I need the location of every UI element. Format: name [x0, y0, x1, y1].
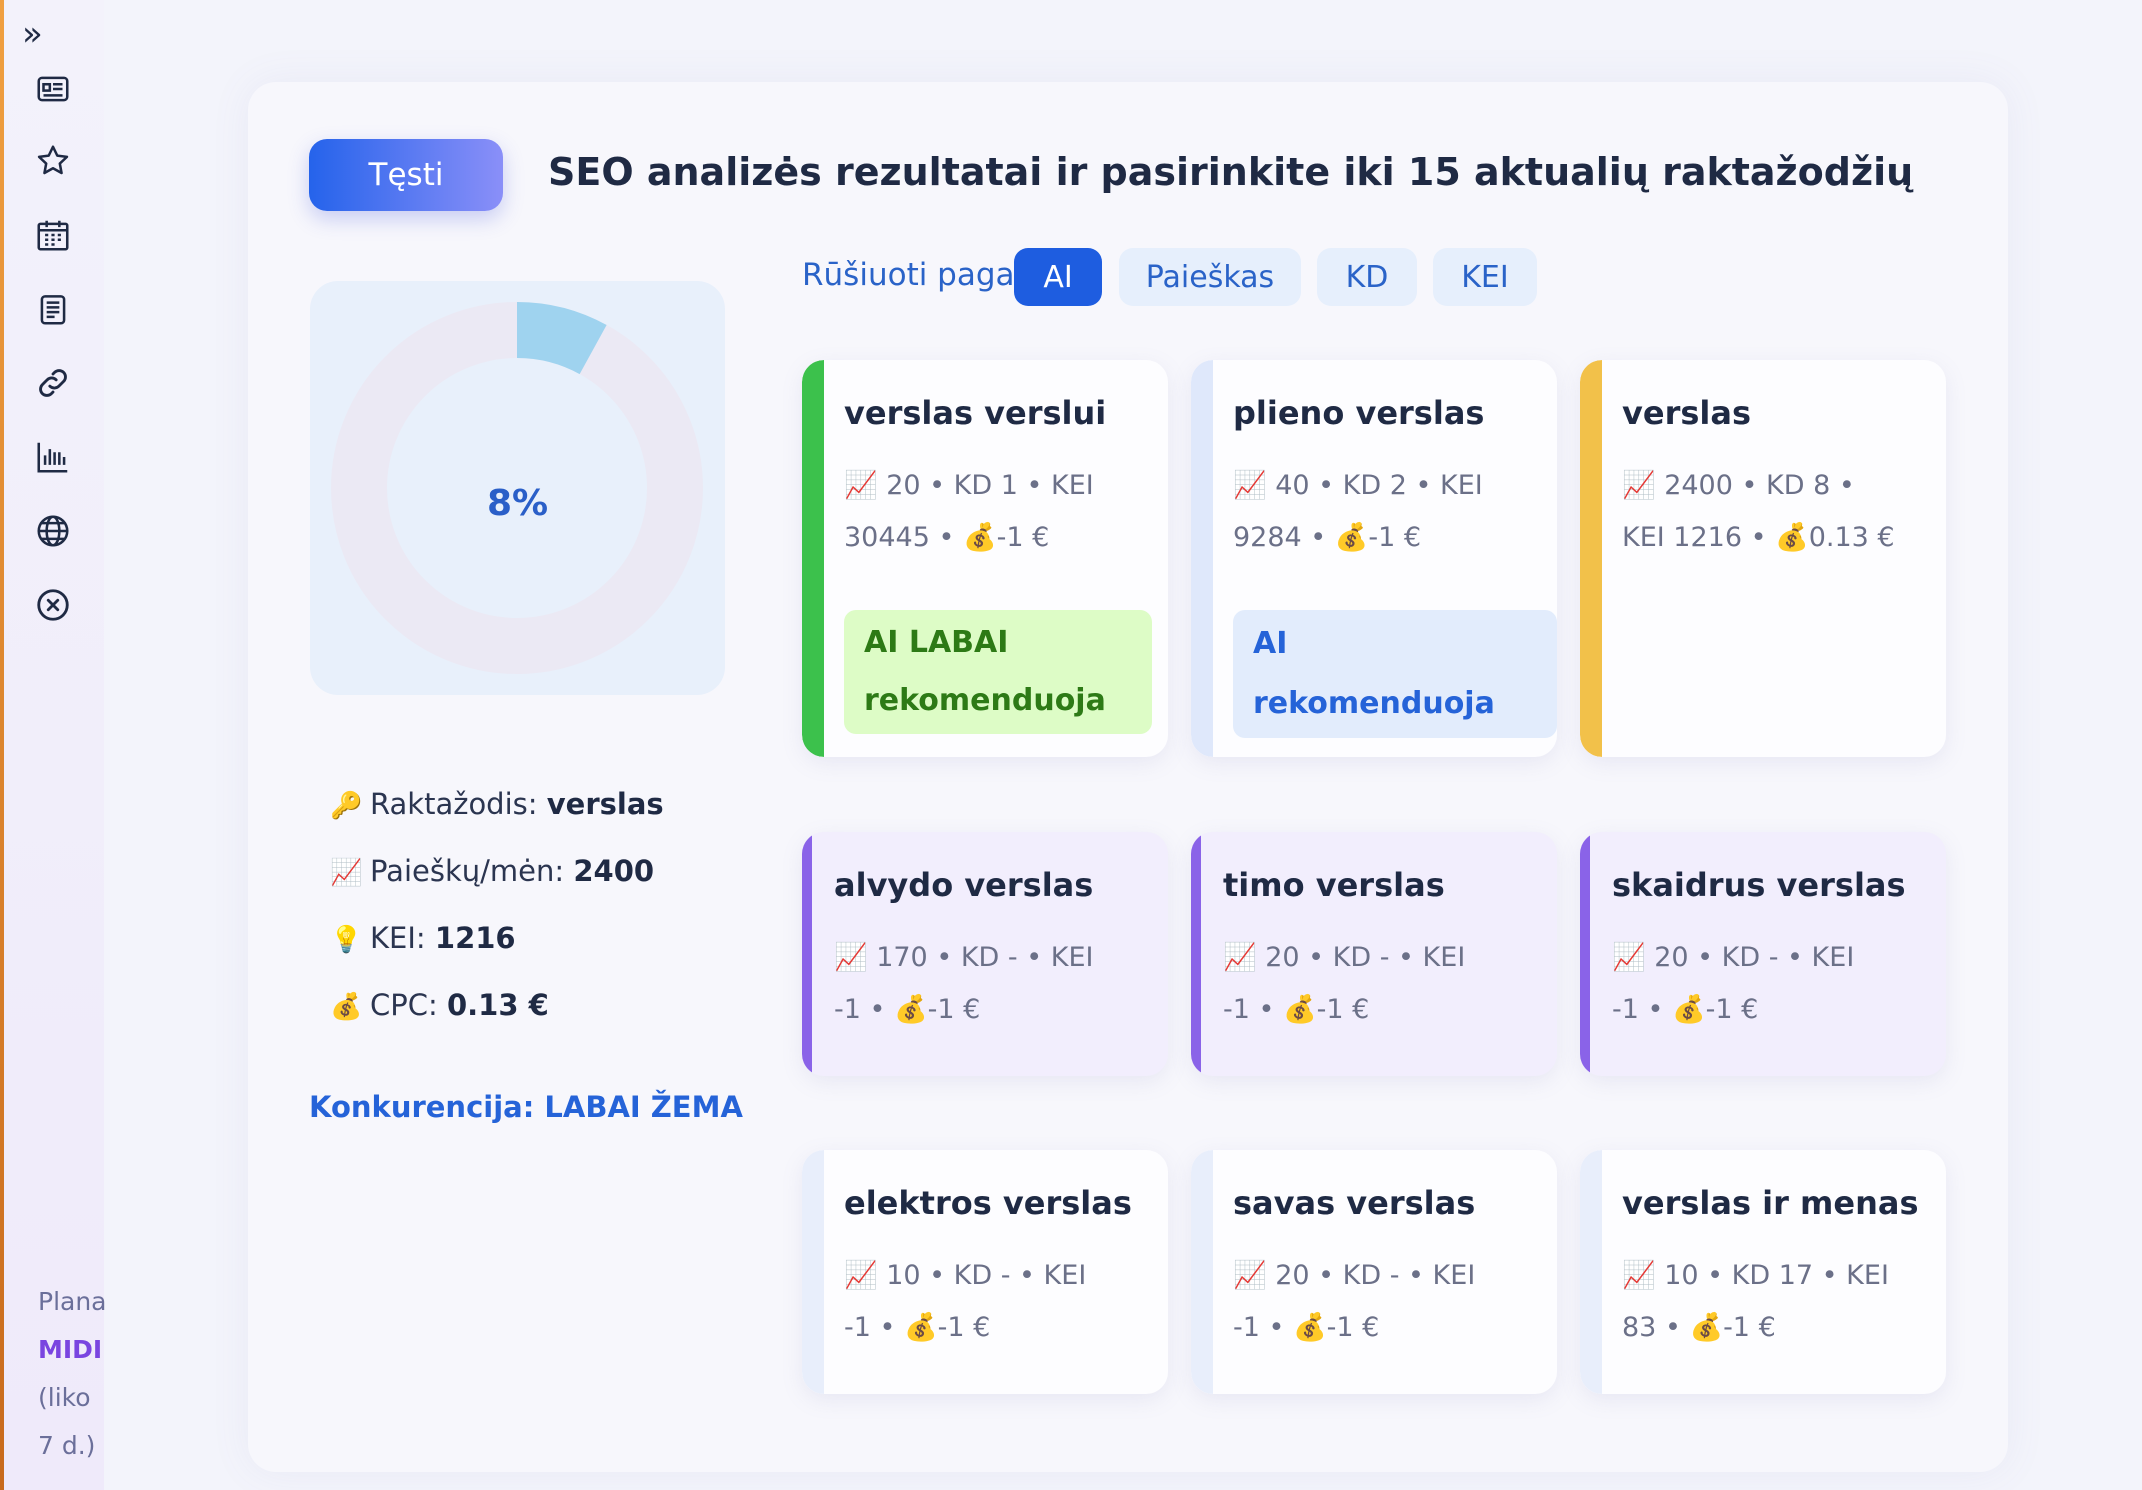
ai-recommendation-badge: AI LABAI rekomenduoja — [844, 610, 1152, 734]
keyword-title: verslas — [1622, 394, 1751, 432]
plan-remaining: (liko — [38, 1383, 91, 1412]
summary-keyword: 🔑 Raktažodis: verslas — [330, 780, 664, 847]
summary-searches: 📈 Paieškų/mėn: 2400 — [330, 847, 664, 914]
keyword-metrics: 📈 20 • KD - • KEI -1 • 💰-1 € — [1223, 942, 1466, 1025]
newspaper-icon[interactable] — [30, 66, 76, 112]
competition-level: Konkurencija: LABAI ŽEMA — [309, 1090, 743, 1124]
lightbulb-icon: 💡 — [330, 925, 363, 955]
keyword-card[interactable]: skaidrus verslas 📈 20 • KD - • KEI -1 • … — [1580, 832, 1946, 1076]
page-title: SEO analizės rezultatai ir pasirinkite i… — [548, 150, 1914, 194]
card-accent — [1191, 832, 1201, 1076]
key-icon: 🔑 — [330, 791, 363, 821]
money-bag-icon: 💰 — [330, 992, 363, 1022]
keyword-metrics: 📈 40 • KD 2 • KEI 9284 • 💰-1 € — [1233, 470, 1483, 553]
keyword-card[interactable]: plieno verslas 📈 40 • KD 2 • KEI 9284 • … — [1191, 360, 1557, 757]
sort-label: Rūšiuoti pagal: — [802, 257, 1034, 293]
document-icon[interactable] — [30, 286, 76, 332]
link-icon[interactable] — [30, 360, 76, 406]
keyword-title: savas verslas — [1233, 1184, 1476, 1222]
keyword-title: verslas ir menas — [1622, 1184, 1919, 1222]
keyword-title: plieno verslas — [1233, 394, 1485, 432]
keyword-metrics: 📈 20 • KD - • KEI -1 • 💰-1 € — [1612, 942, 1855, 1025]
keyword-title: verslas verslui — [844, 394, 1107, 432]
keyword-metrics: 📈 20 • KD 1 • KEI 30445 • 💰-1 € — [844, 470, 1094, 553]
sidebar: » Planas MIDI (liko 7 d.) — [4, 0, 106, 1490]
sort-kd-button[interactable]: KD — [1317, 248, 1417, 306]
keyword-metrics: 📈 170 • KD - • KEI -1 • 💰-1 € — [834, 942, 1094, 1025]
star-icon[interactable] — [30, 138, 76, 184]
keyword-metrics: 📈 2400 • KD 8 • KEI 1216 • 💰0.13 € — [1622, 470, 1895, 553]
continue-button[interactable]: Tęsti — [309, 139, 503, 211]
card-accent — [1191, 1150, 1213, 1394]
plan-info: Planas MIDI (liko 7 d.) — [38, 1278, 106, 1470]
keyword-card[interactable]: timo verslas 📈 20 • KD - • KEI -1 • 💰-1 … — [1191, 832, 1557, 1076]
keyword-summary: 🔑 Raktažodis: verslas 📈 Paieškų/mėn: 2400 … — [330, 780, 664, 1048]
globe-icon[interactable] — [30, 508, 76, 554]
bar-chart-icon[interactable] — [30, 434, 76, 480]
card-accent — [802, 832, 812, 1076]
keyword-card[interactable]: verslas 📈 2400 • KD 8 • KEI 1216 • 💰0.13… — [1580, 360, 1946, 757]
sort-searches-button[interactable]: Paieškas — [1119, 248, 1301, 306]
keyword-title: skaidrus verslas — [1612, 866, 1906, 904]
keyword-card[interactable]: verslas verslui 📈 20 • KD 1 • KEI 30445 … — [802, 360, 1168, 757]
keyword-card[interactable]: alvydo verslas 📈 170 • KD - • KEI -1 • 💰… — [802, 832, 1168, 1076]
plan-remaining-days: 7 d.) — [38, 1431, 96, 1460]
card-accent — [802, 1150, 824, 1394]
plan-name: MIDI — [38, 1335, 103, 1364]
keyword-metrics: 📈 10 • KD - • KEI -1 • 💰-1 € — [844, 1260, 1087, 1343]
keyword-card[interactable]: savas verslas 📈 20 • KD - • KEI -1 • 💰-1… — [1191, 1150, 1557, 1394]
card-accent — [1580, 832, 1590, 1076]
keyword-title: timo verslas — [1223, 866, 1445, 904]
expand-sidebar-icon[interactable]: » — [22, 14, 43, 54]
keyword-title: alvydo verslas — [834, 866, 1094, 904]
donut-percent: 8% — [486, 483, 549, 524]
close-circle-icon[interactable] — [30, 582, 76, 628]
calendar-icon[interactable] — [30, 212, 76, 258]
card-accent — [1191, 360, 1213, 757]
keyword-title: elektros verslas — [844, 1184, 1132, 1222]
summary-kei: 💡 KEI: 1216 — [330, 914, 664, 981]
keyword-metrics: 📈 10 • KD 17 • KEI 83 • 💰-1 € — [1622, 1260, 1889, 1343]
sort-ai-button[interactable]: AI — [1014, 248, 1102, 306]
summary-cpc: 💰 CPC: 0.13 € — [330, 981, 664, 1048]
card-accent — [802, 360, 824, 757]
card-accent — [1580, 360, 1602, 757]
keyword-metrics: 📈 20 • KD - • KEI -1 • 💰-1 € — [1233, 1260, 1476, 1343]
chart-up-icon: 📈 — [330, 858, 363, 888]
ai-recommendation-badge: AI rekomenduoja — [1233, 610, 1557, 738]
plan-label: Planas — [38, 1287, 106, 1316]
keyword-card[interactable]: verslas ir menas 📈 10 • KD 17 • KEI 83 •… — [1580, 1150, 1946, 1394]
sort-kei-button[interactable]: KEI — [1433, 248, 1537, 306]
card-accent — [1580, 1150, 1602, 1394]
keyword-card[interactable]: elektros verslas 📈 10 • KD - • KEI -1 • … — [802, 1150, 1168, 1394]
score-donut: 8% — [310, 281, 725, 695]
